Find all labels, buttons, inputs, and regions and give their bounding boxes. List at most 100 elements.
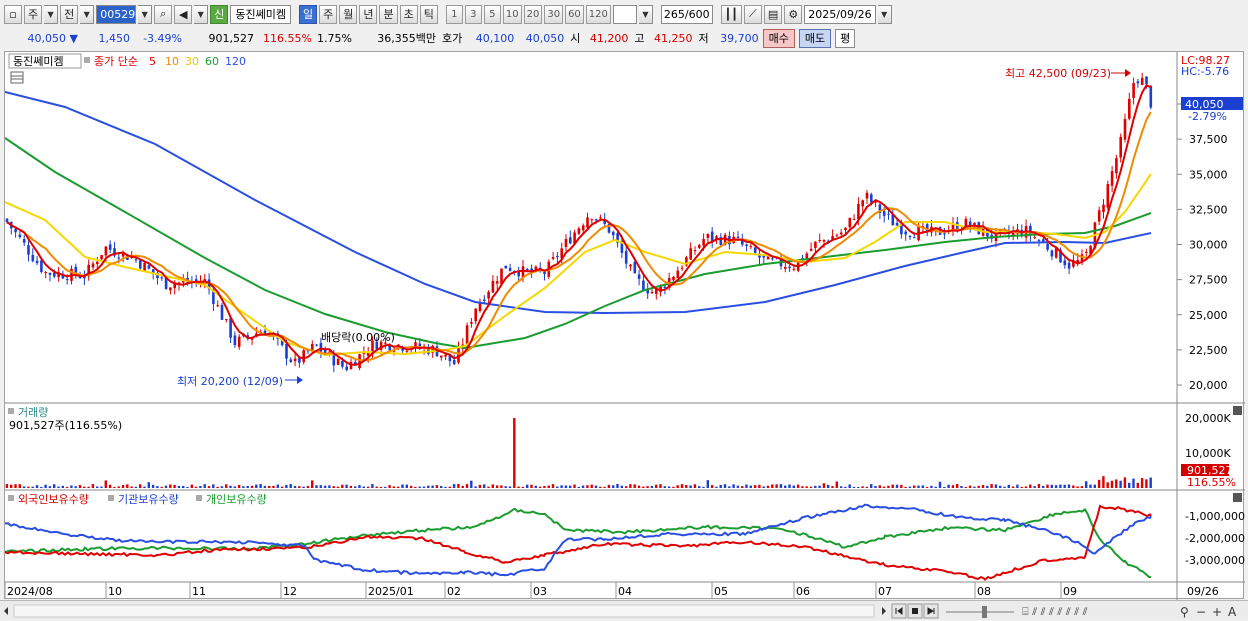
down-arrow-icon: ▼: [69, 31, 78, 45]
gear-icon[interactable]: ⚙: [784, 4, 803, 24]
volume-bar: [805, 486, 808, 488]
volume-bar: [465, 484, 469, 488]
draw-tool-icon[interactable]: ⟋: [743, 4, 762, 24]
volume-bar: [431, 485, 434, 488]
font-size-icon[interactable]: A: [1228, 605, 1237, 619]
holding-tick-2: -2,000,000: [1185, 532, 1245, 545]
volume-bar: [848, 484, 851, 488]
interval-60[interactable]: 60: [565, 4, 584, 24]
ma120-line: [4, 91, 1152, 315]
evaluate-button[interactable]: 평: [835, 28, 856, 48]
market-select-button[interactable]: 주: [24, 4, 43, 24]
volume-bar: [603, 486, 606, 488]
volume-bar: [225, 484, 228, 488]
interval-10[interactable]: 10: [502, 4, 522, 24]
search-icon[interactable]: ⌕: [154, 4, 173, 24]
draw-tools-icon[interactable]: ⌸ ⫽ ⫽ ⫽ ⫽ ⫽ ⫽ ⫽: [1022, 605, 1088, 618]
candle-type-icon[interactable]: ┃┃: [720, 4, 742, 24]
interval-1[interactable]: 1: [445, 4, 463, 24]
interval-20[interactable]: 20: [523, 4, 543, 24]
candle-body: [139, 260, 142, 269]
x-axis-label: 07: [878, 585, 892, 598]
institution-holding-line: [4, 503, 1152, 577]
volume-bar: [61, 485, 64, 488]
zoom-slider-thumb[interactable]: [982, 606, 987, 618]
volume-bar: [728, 486, 731, 488]
stop-glyph: [912, 608, 918, 614]
volume-bar: [857, 486, 860, 488]
volume-bar: [435, 485, 439, 488]
zoom-out-icon[interactable]: −: [1196, 605, 1206, 619]
interval-dropdown-icon[interactable]: ▼: [638, 4, 653, 24]
zoom-in-icon[interactable]: +: [1212, 605, 1222, 619]
period-tab-day[interactable]: 일: [298, 4, 318, 24]
open-price: 41,200: [589, 31, 629, 45]
high-arrow-icon: [1125, 69, 1131, 77]
scroll-right-icon[interactable]: [882, 607, 886, 615]
volume-bar: [1059, 484, 1062, 488]
volume-panel-close-icon[interactable]: [1233, 406, 1242, 415]
volume-bar: [487, 486, 490, 488]
candle-body: [169, 287, 172, 291]
period-tab-year[interactable]: 년: [359, 4, 378, 24]
market-dropdown-icon[interactable]: ▼: [44, 4, 59, 24]
volume-bar: [534, 485, 537, 488]
interval-5[interactable]: 5: [483, 4, 501, 24]
volume-bar: [771, 484, 774, 488]
volume-bar: [560, 485, 563, 488]
candle-body: [160, 277, 164, 279]
volume-bar: [573, 484, 576, 488]
save-icon[interactable]: ▤: [763, 4, 783, 24]
hc-label: HC:-5.76: [1181, 65, 1229, 78]
interval-30[interactable]: 30: [544, 4, 564, 24]
volume-bar: [586, 485, 589, 488]
custom-interval-input[interactable]: [612, 4, 637, 24]
volume-bar: [663, 486, 666, 488]
type-dropdown-icon[interactable]: ▼: [80, 4, 95, 24]
period-tab-minute[interactable]: 분: [379, 4, 398, 24]
volume-bar: [113, 486, 116, 488]
period-tab-week[interactable]: 주: [319, 4, 338, 24]
interval-3[interactable]: 3: [464, 4, 482, 24]
candle-body: [14, 228, 17, 233]
chart-canvas[interactable]: 동진쎄미켐 종가 단순 5 10 30 60 120 LC:98.27 HC:-…: [4, 52, 1245, 600]
x-axis-label: 10: [108, 585, 122, 598]
volume-bar: [758, 484, 761, 488]
scrollbar-track[interactable]: [13, 604, 875, 618]
sell-button[interactable]: 매도: [798, 28, 832, 48]
period-tab-month[interactable]: 월: [339, 4, 358, 24]
high-annotation: 최고 42,500 (09/23): [1005, 67, 1111, 80]
speaker-dropdown-icon[interactable]: ▼: [194, 4, 209, 24]
chart-area[interactable]: 동진쎄미켐 종가 단순 5 10 30 60 120 LC:98.27 HC:-…: [4, 51, 1245, 600]
period-tab-second[interactable]: 초: [399, 4, 418, 24]
candle-body: [599, 217, 602, 219]
window-menu-icon[interactable]: ▫: [4, 4, 22, 24]
legend-marker: [84, 57, 90, 63]
interval-120[interactable]: 120: [585, 4, 611, 24]
volume-bar: [1076, 486, 1079, 488]
table-icon[interactable]: [10, 71, 24, 84]
price-series: [4, 72, 1153, 373]
volume-bar: [126, 484, 129, 488]
holding-legend-marker2: [108, 495, 114, 501]
type-select-button[interactable]: 전: [60, 4, 79, 24]
candle-body: [474, 308, 477, 322]
holding-panel-close-icon[interactable]: [1233, 493, 1242, 502]
candle-body: [452, 359, 456, 365]
count-input[interactable]: 265/600: [660, 4, 713, 24]
period-tab-tick[interactable]: 틱: [419, 4, 438, 24]
buy-button[interactable]: 매수: [762, 28, 795, 48]
volume-bar: [491, 484, 494, 488]
volume-bar: [134, 486, 138, 488]
volume-bar: [5, 484, 9, 488]
candle-body: [736, 236, 740, 238]
volume-bar: [104, 480, 107, 488]
speaker-icon[interactable]: ◀: [174, 4, 193, 24]
stock-code-input[interactable]: 005290: [96, 4, 142, 24]
date-input[interactable]: 2025/09/26: [804, 4, 876, 24]
code-dropdown-icon[interactable]: ▼: [138, 4, 153, 24]
zoom-icon[interactable]: ⚲: [1180, 605, 1189, 619]
date-dropdown-icon[interactable]: ▼: [877, 4, 892, 24]
scroll-left-icon[interactable]: [4, 607, 8, 615]
volume-bar: [547, 485, 550, 488]
